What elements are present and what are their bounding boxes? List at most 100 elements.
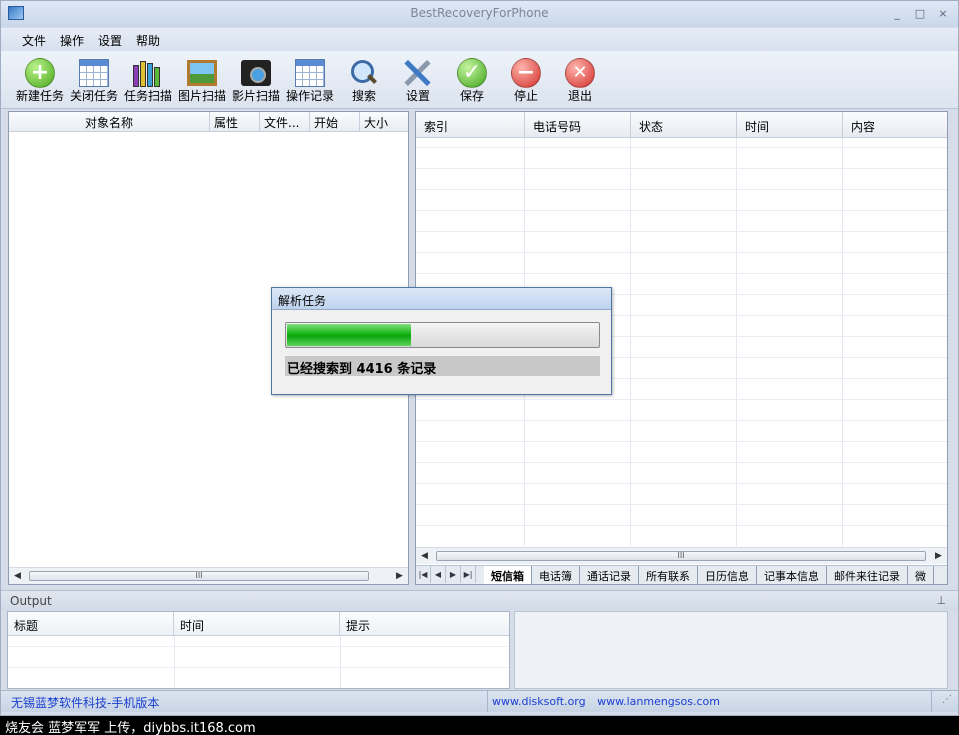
exit-button[interactable]: ✕ 退出 bbox=[553, 51, 607, 109]
tab-call-log[interactable]: 通话记录 bbox=[580, 566, 639, 584]
operation-log-label: 操作记录 bbox=[285, 89, 334, 103]
operation-log-button[interactable]: 操作记录 bbox=[283, 51, 337, 109]
status-company: 无锡蓝梦软件科技-手机版本 bbox=[11, 696, 160, 710]
stop-label: 停止 bbox=[513, 89, 538, 103]
close-task-label: 关闭任务 bbox=[69, 89, 118, 103]
column-content[interactable]: 内容 bbox=[843, 112, 947, 138]
column-size[interactable]: 大小 bbox=[360, 112, 408, 132]
menu-file[interactable]: 文件 bbox=[15, 28, 53, 51]
status-links: www.disksoft.org www.lanmengsos.com bbox=[487, 691, 732, 712]
status-divider bbox=[931, 691, 932, 712]
film-icon bbox=[241, 60, 271, 86]
minus-icon: − bbox=[511, 58, 541, 88]
dialog-title-bar: 解析任务 bbox=[272, 288, 611, 310]
picture-scan-button[interactable]: 图片扫描 bbox=[175, 51, 229, 109]
new-task-button[interactable]: + 新建任务 bbox=[13, 51, 67, 109]
column-index[interactable]: 索引 bbox=[416, 112, 525, 138]
maximize-button[interactable]: □ bbox=[913, 7, 927, 21]
scroll-left-button[interactable]: ◀ bbox=[9, 568, 26, 584]
object-list-header: 对象名称 属性 文件... 开始 大小 bbox=[9, 112, 408, 132]
output-table-body bbox=[8, 636, 509, 688]
disksoft-link[interactable]: www.disksoft.org bbox=[492, 695, 586, 708]
tab-calendar[interactable]: 日历信息 bbox=[698, 566, 757, 584]
scroll-right-button[interactable]: ▶ bbox=[930, 548, 947, 564]
column-title[interactable]: 标题 bbox=[8, 612, 174, 635]
settings-label: 设置 bbox=[405, 89, 430, 103]
film-scan-button[interactable]: 影片扫描 bbox=[229, 51, 283, 109]
picture-scan-label: 图片扫描 bbox=[177, 89, 226, 103]
output-title: Output bbox=[10, 594, 52, 608]
close-task-button[interactable]: 关闭任务 bbox=[67, 51, 121, 109]
column-start[interactable]: 开始 bbox=[310, 112, 360, 132]
column-phone-number[interactable]: 电话号码 bbox=[525, 112, 631, 138]
tab-sms-inbox[interactable]: 短信箱 bbox=[484, 566, 532, 584]
right-horizontal-scrollbar[interactable]: ◀ III ▶ bbox=[416, 547, 947, 564]
picture-icon bbox=[187, 60, 217, 86]
dialog-title: 解析任务 bbox=[278, 294, 327, 308]
main-window: BestRecoveryForPhone _ □ × 文件 操作 设置 帮助 +… bbox=[0, 0, 959, 716]
calendar-icon bbox=[295, 59, 325, 87]
record-tabs: |◀ ◀ ▶ ▶| 短信箱 电话簿 通话记录 所有联系 日历信息 记事本信息 邮… bbox=[416, 565, 947, 584]
dialog-message: 已经搜索到 4416 条记录 bbox=[285, 356, 600, 377]
left-horizontal-scrollbar[interactable]: ◀ III ▶ bbox=[9, 567, 408, 584]
output-panel-header: Output ⊥ bbox=[1, 590, 958, 610]
tab-email-records[interactable]: 邮件来往记录 bbox=[827, 566, 908, 584]
menu-settings[interactable]: 设置 bbox=[91, 28, 129, 51]
tab-last-button[interactable]: ▶| bbox=[461, 566, 476, 583]
column-object-name[interactable]: 对象名称 bbox=[9, 112, 210, 132]
new-task-label: 新建任务 bbox=[15, 89, 64, 103]
toolbar: + 新建任务 关闭任务 任务扫描 图片扫描 影片扫描 操作记录 搜索 设置 ✓ … bbox=[1, 51, 958, 109]
tab-prev-button[interactable]: ◀ bbox=[431, 566, 446, 583]
progress-bar bbox=[285, 322, 600, 348]
progress-fill bbox=[287, 324, 411, 346]
column-file[interactable]: 文件... bbox=[260, 112, 310, 132]
close-window-button[interactable]: × bbox=[936, 7, 950, 21]
output-table-header: 标题 时间 提示 bbox=[8, 612, 509, 636]
column-status[interactable]: 状态 bbox=[631, 112, 737, 138]
calendar-icon bbox=[79, 59, 109, 87]
resize-grip-icon[interactable]: ⋰ bbox=[942, 694, 952, 705]
column-hint[interactable]: 提示 bbox=[340, 612, 506, 635]
caption-text: 烧友会 蓝梦军军 上传，diybbs.it168.com bbox=[5, 721, 256, 735]
column-attribute[interactable]: 属性 bbox=[210, 112, 260, 132]
tab-more[interactable]: 微 bbox=[908, 566, 934, 584]
upload-caption: 烧友会 蓝梦军军 上传，diybbs.it168.com bbox=[0, 716, 959, 735]
magnifier-icon bbox=[348, 57, 378, 87]
tab-next-button[interactable]: ▶ bbox=[446, 566, 461, 583]
scroll-right-button[interactable]: ▶ bbox=[391, 568, 408, 584]
column-time[interactable]: 时间 bbox=[737, 112, 843, 138]
search-label: 搜索 bbox=[351, 89, 376, 103]
column-output-time[interactable]: 时间 bbox=[174, 612, 340, 635]
close-icon: ✕ bbox=[565, 58, 595, 88]
parse-task-dialog: 解析任务 已经搜索到 4416 条记录 bbox=[271, 287, 612, 395]
settings-button[interactable]: 设置 bbox=[391, 51, 445, 109]
output-table[interactable]: 标题 时间 提示 bbox=[7, 611, 510, 689]
menu-operate[interactable]: 操作 bbox=[53, 28, 91, 51]
output-side-panel bbox=[514, 611, 948, 689]
window-title: BestRecoveryForPhone bbox=[410, 6, 549, 20]
pin-icon[interactable]: ⊥ bbox=[936, 594, 946, 607]
task-scan-button[interactable]: 任务扫描 bbox=[121, 51, 175, 109]
menu-bar: 文件 操作 设置 帮助 bbox=[1, 28, 958, 51]
search-button[interactable]: 搜索 bbox=[337, 51, 391, 109]
tab-phonebook[interactable]: 电话簿 bbox=[532, 566, 580, 584]
books-icon bbox=[133, 59, 163, 87]
tab-notepad[interactable]: 记事本信息 bbox=[757, 566, 827, 584]
scroll-left-button[interactable]: ◀ bbox=[416, 548, 433, 564]
add-icon: + bbox=[25, 58, 55, 88]
minimize-button[interactable]: _ bbox=[890, 7, 904, 21]
save-label: 保存 bbox=[459, 89, 484, 103]
scroll-thumb[interactable]: III bbox=[29, 571, 369, 581]
record-table-header: 索引 电话号码 状态 时间 内容 bbox=[416, 112, 947, 138]
menu-help[interactable]: 帮助 bbox=[129, 28, 167, 51]
tab-first-button[interactable]: |◀ bbox=[416, 566, 431, 583]
save-button[interactable]: ✓ 保存 bbox=[445, 51, 499, 109]
title-bar: BestRecoveryForPhone _ □ × bbox=[1, 1, 958, 27]
stop-button[interactable]: − 停止 bbox=[499, 51, 553, 109]
film-scan-label: 影片扫描 bbox=[231, 89, 280, 103]
check-icon: ✓ bbox=[457, 58, 487, 88]
tab-all-contacts[interactable]: 所有联系 bbox=[639, 566, 698, 584]
lanmengsos-link[interactable]: www.lanmengsos.com bbox=[597, 695, 720, 708]
scroll-thumb[interactable]: III bbox=[436, 551, 926, 561]
status-bar: 无锡蓝梦软件科技-手机版本 www.disksoft.org www.lanme… bbox=[1, 690, 958, 712]
